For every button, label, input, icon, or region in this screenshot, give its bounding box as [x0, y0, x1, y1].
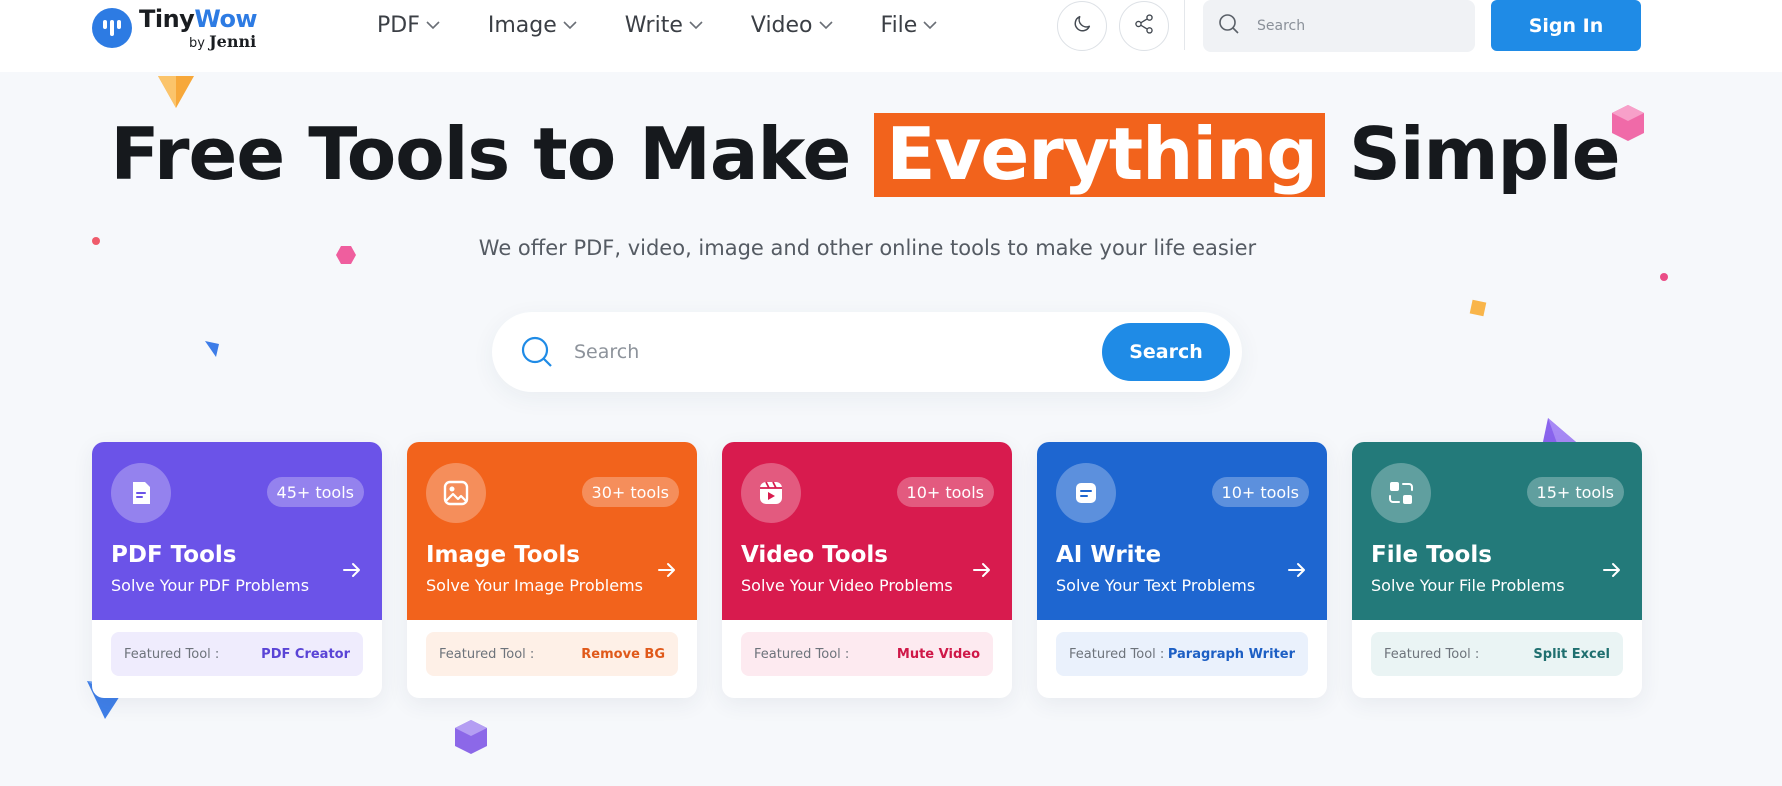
featured-tool-label: Featured Tool :: [1069, 646, 1165, 662]
hero-subtitle: We offer PDF, video, image and other onl…: [478, 236, 1257, 260]
search-icon: [520, 335, 554, 369]
chevron-down-icon: [818, 20, 833, 30]
featured-tool-label: Featured Tool :: [439, 646, 535, 662]
tool-count-badge: 15+ tools: [1526, 477, 1624, 507]
featured-tool[interactable]: Featured Tool : Split Excel: [1371, 632, 1623, 676]
card-subtitle: Solve Your Video Problems: [741, 576, 953, 595]
hero-title: Free Tools to Make Everything Simple: [110, 112, 1621, 197]
category-card-file[interactable]: 15+ tools File Tools Solve Your File Pro…: [1352, 442, 1642, 698]
logo-name: TinyWow: [139, 4, 258, 33]
featured-tool[interactable]: Featured Tool : PDF Creator: [111, 632, 363, 676]
decor-square-orange: [1469, 299, 1487, 317]
card-subtitle: Solve Your Text Problems: [1056, 576, 1256, 595]
hero-title-highlight: Everything: [874, 113, 1325, 197]
featured-tool[interactable]: Featured Tool : Paragraph Writer: [1056, 632, 1308, 676]
header-search-placeholder: Search: [1257, 18, 1306, 34]
card-title: Image Tools: [426, 542, 580, 568]
chevron-down-icon: [426, 20, 440, 30]
card-title: Video Tools: [741, 542, 888, 568]
card-title: File Tools: [1371, 542, 1492, 568]
nav-item-image[interactable]: Image: [488, 8, 577, 42]
search-icon: [1217, 12, 1241, 40]
arrow-right-icon[interactable]: [342, 562, 362, 578]
category-card-ai-write[interactable]: 10+ tools AI Write Solve Your Text Probl…: [1037, 442, 1327, 698]
decor-triangle-blue: [205, 341, 219, 357]
featured-tool[interactable]: Featured Tool : Mute Video: [741, 632, 993, 676]
tool-count-badge: 45+ tools: [266, 477, 364, 507]
decor-triangle-orange: [158, 76, 194, 108]
card-title: PDF Tools: [111, 542, 237, 568]
category-card-video[interactable]: 10+ tools Video Tools Solve Your Video P…: [722, 442, 1012, 698]
header-divider: [1184, 0, 1185, 50]
featured-tool-label: Featured Tool :: [124, 646, 220, 662]
featured-tool[interactable]: Featured Tool : Remove BG: [426, 632, 678, 676]
arrow-right-icon[interactable]: [1287, 562, 1307, 578]
tinywow-logo[interactable]: TinyWow by Jenni: [92, 4, 258, 52]
featured-tool-link[interactable]: Mute Video: [897, 647, 980, 662]
category-card-pdf[interactable]: 45+ tools PDF Tools Solve Your PDF Probl…: [92, 442, 382, 698]
sign-in-button[interactable]: Sign In: [1491, 0, 1641, 51]
nav-item-video[interactable]: Video: [751, 8, 833, 42]
featured-tool-label: Featured Tool :: [754, 646, 850, 662]
nav-item-write[interactable]: Write: [625, 8, 703, 42]
share-icon: [1133, 13, 1155, 39]
main-nav: PDF Image Write Video File: [377, 8, 985, 42]
file-convert-icon: [1371, 463, 1431, 523]
chevron-down-icon: [689, 20, 703, 30]
logo-byline: by Jenni: [189, 31, 257, 51]
featured-tool-link[interactable]: Paragraph Writer: [1168, 647, 1295, 662]
share-button[interactable]: [1119, 1, 1169, 51]
write-icon: [1056, 463, 1116, 523]
chevron-down-icon: [563, 20, 577, 30]
arrow-right-icon[interactable]: [657, 562, 677, 578]
main-search-input[interactable]: Search: [574, 341, 639, 363]
card-title: AI Write: [1056, 542, 1162, 568]
pdf-document-icon: [111, 463, 171, 523]
category-card-image[interactable]: 30+ tools Image Tools Solve Your Image P…: [407, 442, 697, 698]
card-subtitle: Solve Your PDF Problems: [111, 576, 310, 595]
card-subtitle: Solve Your File Problems: [1371, 576, 1565, 595]
tool-count-badge: 30+ tools: [581, 477, 679, 507]
header-search-input[interactable]: Search: [1203, 0, 1475, 52]
card-subtitle: Solve Your Image Problems: [426, 576, 643, 595]
main-search-bar[interactable]: Search Search: [492, 312, 1242, 392]
theme-toggle-button[interactable]: [1057, 1, 1107, 51]
arrow-right-icon[interactable]: [972, 562, 992, 578]
featured-tool-link[interactable]: PDF Creator: [261, 647, 350, 662]
logo-mark-icon: [92, 8, 132, 48]
tool-count-badge: 10+ tools: [896, 477, 994, 507]
decor-cube-purple: [455, 720, 487, 754]
top-header: TinyWow by Jenni PDF Image Write Video F…: [0, 0, 1782, 72]
featured-tool-link[interactable]: Split Excel: [1533, 647, 1610, 662]
nav-item-pdf[interactable]: PDF: [377, 8, 440, 42]
decor-dot-pink: [1660, 273, 1668, 281]
arrow-right-icon[interactable]: [1602, 562, 1622, 578]
video-icon: [741, 463, 801, 523]
tool-count-badge: 10+ tools: [1211, 477, 1309, 507]
chevron-down-icon: [923, 20, 937, 30]
moon-icon: [1071, 13, 1093, 39]
featured-tool-label: Featured Tool :: [1384, 646, 1480, 662]
image-icon: [426, 463, 486, 523]
featured-tool-link[interactable]: Remove BG: [581, 647, 665, 662]
nav-item-file[interactable]: File: [881, 8, 938, 42]
main-search-button[interactable]: Search: [1102, 323, 1230, 381]
